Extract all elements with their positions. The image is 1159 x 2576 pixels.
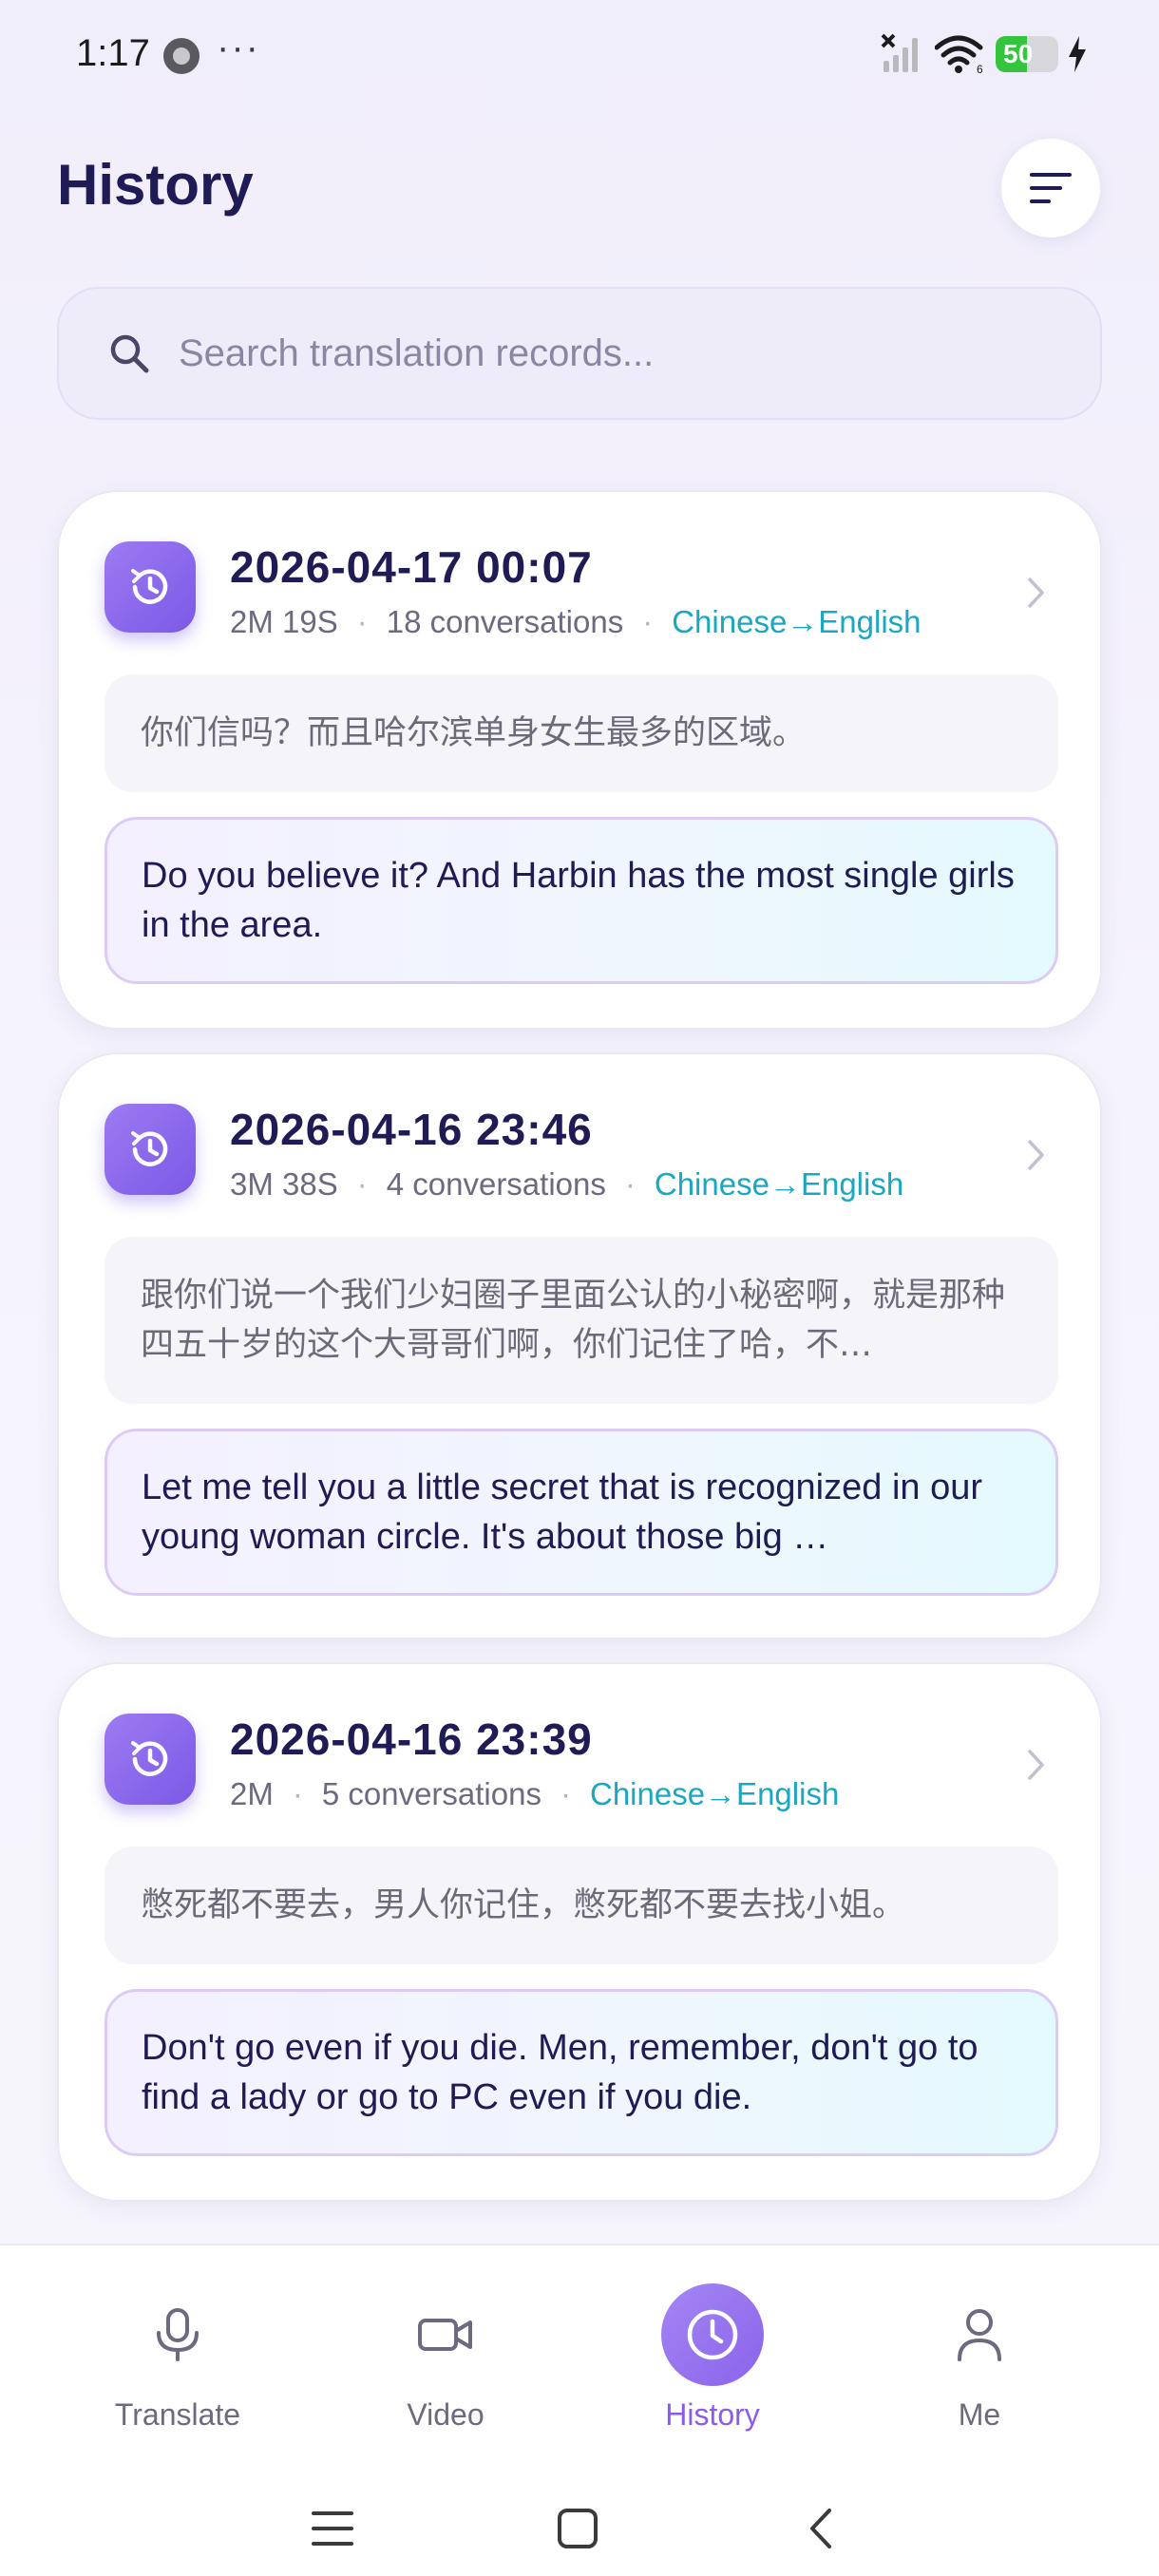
- search-input[interactable]: [179, 331, 1034, 375]
- history-card[interactable]: 2026-04-17 00:07 2M 19S · 18 conversatio…: [57, 490, 1102, 1030]
- chevron-right-icon[interactable]: [1026, 1138, 1047, 1172]
- status-bar: 1:17 ··· 6 50: [0, 0, 1159, 109]
- source-text-box: 憋死都不要去，男人你记住，憋死都不要去找小姐。: [104, 1847, 1058, 1964]
- record-duration: 3M 38S: [230, 1166, 338, 1202]
- page-title: History: [57, 153, 254, 217]
- menu-icon[interactable]: [312, 2510, 353, 2548]
- wifi-icon: 6: [935, 35, 983, 74]
- meta-separator: ·: [642, 604, 654, 639]
- record-conversations: 4 conversations: [386, 1166, 606, 1202]
- search-icon: [110, 334, 149, 373]
- record-datetime: 2026-04-16 23:46: [230, 1105, 593, 1154]
- battery-level: 50: [1003, 39, 1034, 68]
- meta-separator: ·: [560, 1776, 571, 1811]
- nav-label: Me: [958, 2397, 1001, 2432]
- translation-text: Don't go even if you die. Men, remember,…: [142, 2028, 978, 2117]
- record-languages: Chinese→English: [589, 1776, 840, 1811]
- charging-icon: [1069, 36, 1086, 72]
- record-meta: 2M 19S · 18 conversations · Chinese→Engl…: [230, 604, 922, 640]
- back-icon[interactable]: [808, 2508, 834, 2549]
- translation-text: Let me tell you a little secret that is …: [142, 1468, 983, 1557]
- record-languages: Chinese→English: [654, 1166, 904, 1202]
- translation-text-box: Do you believe it? And Harbin has the mo…: [104, 817, 1058, 984]
- translation-text-box: Let me tell you a little secret that is …: [104, 1429, 1058, 1596]
- more-notifications-icon: ···: [217, 27, 260, 68]
- nav-item-translate[interactable]: Translate: [73, 2283, 282, 2445]
- translation-text: Do you believe it? And Harbin has the mo…: [142, 856, 1015, 945]
- svg-text:6: 6: [977, 63, 983, 74]
- record-conversations: 18 conversations: [386, 604, 624, 639]
- chevron-right-icon[interactable]: [1026, 1748, 1047, 1782]
- video-camera-icon: [394, 2283, 497, 2386]
- search-bar[interactable]: [57, 287, 1102, 420]
- nav-label: History: [665, 2397, 760, 2432]
- meta-separator: ·: [356, 1166, 368, 1202]
- history-record-icon: [104, 1714, 196, 1805]
- meta-separator: ·: [624, 1166, 636, 1202]
- person-icon: [928, 2283, 1031, 2386]
- record-meta: 2M · 5 conversations · Chinese→English: [230, 1776, 839, 1812]
- nav-label: Translate: [114, 2397, 241, 2432]
- app-notification-icon: [163, 38, 200, 74]
- nav-item-video[interactable]: Video: [341, 2283, 550, 2445]
- history-record-icon: [104, 541, 196, 633]
- source-text: 你们信吗？而且哈尔滨单身女生最多的区域。: [141, 714, 807, 752]
- clock-icon: [661, 2283, 764, 2386]
- record-languages: Chinese→English: [672, 604, 922, 639]
- sort-lines-icon: [1030, 173, 1072, 203]
- history-card[interactable]: 2026-04-16 23:39 2M · 5 conversations · …: [57, 1662, 1102, 2202]
- history-record-icon: [104, 1104, 196, 1195]
- record-datetime: 2026-04-16 23:39: [230, 1714, 593, 1764]
- history-card[interactable]: 2026-04-16 23:46 3M 38S · 4 conversation…: [57, 1052, 1102, 1639]
- source-text: 跟你们说一个我们少妇圈子里面公认的小秘密啊，就是那种四五十岁的这个大哥哥们啊，你…: [141, 1277, 1006, 1364]
- translation-text-box: Don't go even if you die. Men, remember,…: [104, 1989, 1058, 2156]
- record-meta: 3M 38S · 4 conversations · Chinese→Engli…: [230, 1166, 903, 1203]
- sort-button[interactable]: [1001, 139, 1100, 237]
- system-navigation-bar: [0, 2470, 1159, 2549]
- meta-separator: ·: [292, 1776, 303, 1811]
- record-duration: 2M: [230, 1776, 274, 1811]
- home-icon[interactable]: [557, 2508, 598, 2549]
- source-text-box: 你们信吗？而且哈尔滨单身女生最多的区域。: [104, 674, 1058, 792]
- nav-item-me[interactable]: Me: [875, 2283, 1084, 2445]
- source-text: 憋死都不要去，男人你记住，憋死都不要去找小姐。: [141, 1886, 906, 1924]
- nav-label: Video: [407, 2397, 484, 2432]
- meta-separator: ·: [356, 604, 368, 639]
- source-text-box: 跟你们说一个我们少妇圈子里面公认的小秘密啊，就是那种四五十岁的这个大哥哥们啊，你…: [104, 1237, 1058, 1404]
- record-conversations: 5 conversations: [321, 1776, 542, 1811]
- nav-item-history[interactable]: History: [608, 2283, 817, 2445]
- chevron-right-icon[interactable]: [1026, 576, 1047, 610]
- signal-icon: [881, 33, 918, 72]
- microphone-icon: [126, 2283, 229, 2386]
- record-datetime: 2026-04-17 00:07: [230, 542, 593, 592]
- status-time: 1:17: [76, 32, 150, 74]
- record-duration: 2M 19S: [230, 604, 338, 639]
- battery-indicator: 50: [996, 36, 1058, 72]
